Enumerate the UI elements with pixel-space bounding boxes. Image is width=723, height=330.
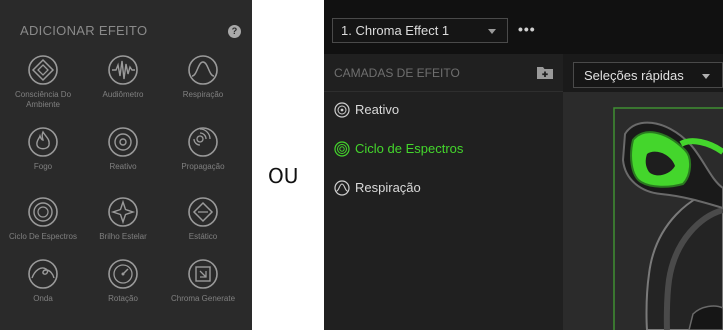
top-bar: 1. Chroma Effect 1 •••: [324, 0, 723, 54]
breathing-icon: [188, 55, 218, 85]
starlight-icon: [108, 197, 138, 227]
effect-breathing[interactable]: Respiração: [163, 54, 243, 100]
spectrum-cycling-icon: [334, 141, 350, 157]
static-icon: [188, 197, 218, 227]
layer-label: Reativo: [355, 102, 400, 117]
add-folder-icon[interactable]: [536, 65, 554, 80]
chevron-down-icon: [488, 29, 496, 34]
help-icon[interactable]: ?: [228, 25, 241, 38]
effect-ambient-awareness[interactable]: Consciência Do Ambiente: [3, 54, 83, 110]
effect-starlight[interactable]: Brilho Estelar: [83, 196, 163, 242]
effect-profile-value: 1. Chroma Effect 1: [341, 23, 450, 38]
effect-layers-title: CAMADAS DE EFEITO: [334, 66, 460, 80]
effect-label: Reativo: [109, 162, 137, 171]
chroma-generate-icon: [188, 259, 218, 289]
ripple-icon: [188, 127, 218, 157]
effect-label: Respiração: [182, 90, 224, 99]
effect-wheel[interactable]: Rotação: [83, 258, 163, 304]
device-preview[interactable]: [563, 92, 723, 330]
wave-icon: [28, 259, 58, 289]
breathing-icon: [334, 180, 350, 196]
effect-layers-header: CAMADAS DE EFEITO: [324, 54, 563, 92]
effect-static[interactable]: Estático: [163, 196, 243, 242]
effect-label: Chroma Generate: [170, 294, 236, 303]
effect-spectrum-cycling[interactable]: Ciclo De Espectros: [3, 196, 83, 242]
reactive-icon: [108, 127, 138, 157]
add-effect-title: ADICIONAR EFEITO: [20, 23, 148, 38]
headset-preview-image: [613, 107, 723, 330]
effect-chroma-generate[interactable]: Chroma Generate: [163, 258, 243, 304]
effect-audio-meter[interactable]: Audiômetro: [83, 54, 163, 100]
effect-label: Propagação: [181, 162, 225, 171]
effect-layers-panel: CAMADAS DE EFEITO Reativo Ciclo de Espec…: [324, 54, 563, 330]
ambient-awareness-icon: [28, 55, 58, 85]
layer-label: Respiração: [355, 180, 421, 195]
effect-fire[interactable]: Fogo: [3, 126, 83, 172]
reactive-icon: [334, 102, 350, 118]
add-effect-panel: ADICIONAR EFEITO ? Consciência Do Ambien…: [0, 0, 252, 330]
effect-label: Consciência Do Ambiente: [14, 90, 72, 109]
quick-selection-value: Seleções rápidas: [584, 68, 684, 83]
effect-label: Brilho Estelar: [99, 232, 147, 241]
effect-label: Fogo: [33, 162, 53, 171]
quick-selection-dropdown[interactable]: Seleções rápidas: [573, 62, 723, 88]
effect-label: Ciclo De Espectros: [8, 232, 78, 241]
effect-reactive[interactable]: Reativo: [83, 126, 163, 172]
chevron-down-icon: [702, 74, 710, 79]
effect-label: Audiômetro: [102, 90, 144, 99]
layer-label: Ciclo de Espectros: [355, 141, 464, 156]
effect-ripple[interactable]: Propagação: [163, 126, 243, 172]
effect-label: Onda: [33, 294, 53, 303]
effect-label: Rotação: [108, 294, 138, 303]
audio-meter-icon: [108, 55, 138, 85]
fire-icon: [28, 127, 58, 157]
effect-profile-dropdown[interactable]: 1. Chroma Effect 1: [332, 18, 508, 43]
wheel-icon: [108, 259, 138, 289]
spectrum-cycling-icon: [28, 197, 58, 227]
or-separator: OU: [268, 164, 299, 188]
effect-label: Estático: [188, 232, 218, 241]
more-options-icon[interactable]: •••: [518, 21, 536, 37]
effect-layers-window: 1. Chroma Effect 1 ••• CAMADAS DE EFEITO…: [324, 0, 723, 330]
effect-wave[interactable]: Onda: [3, 258, 83, 304]
quick-selection-bar: Seleções rápidas: [563, 54, 723, 92]
